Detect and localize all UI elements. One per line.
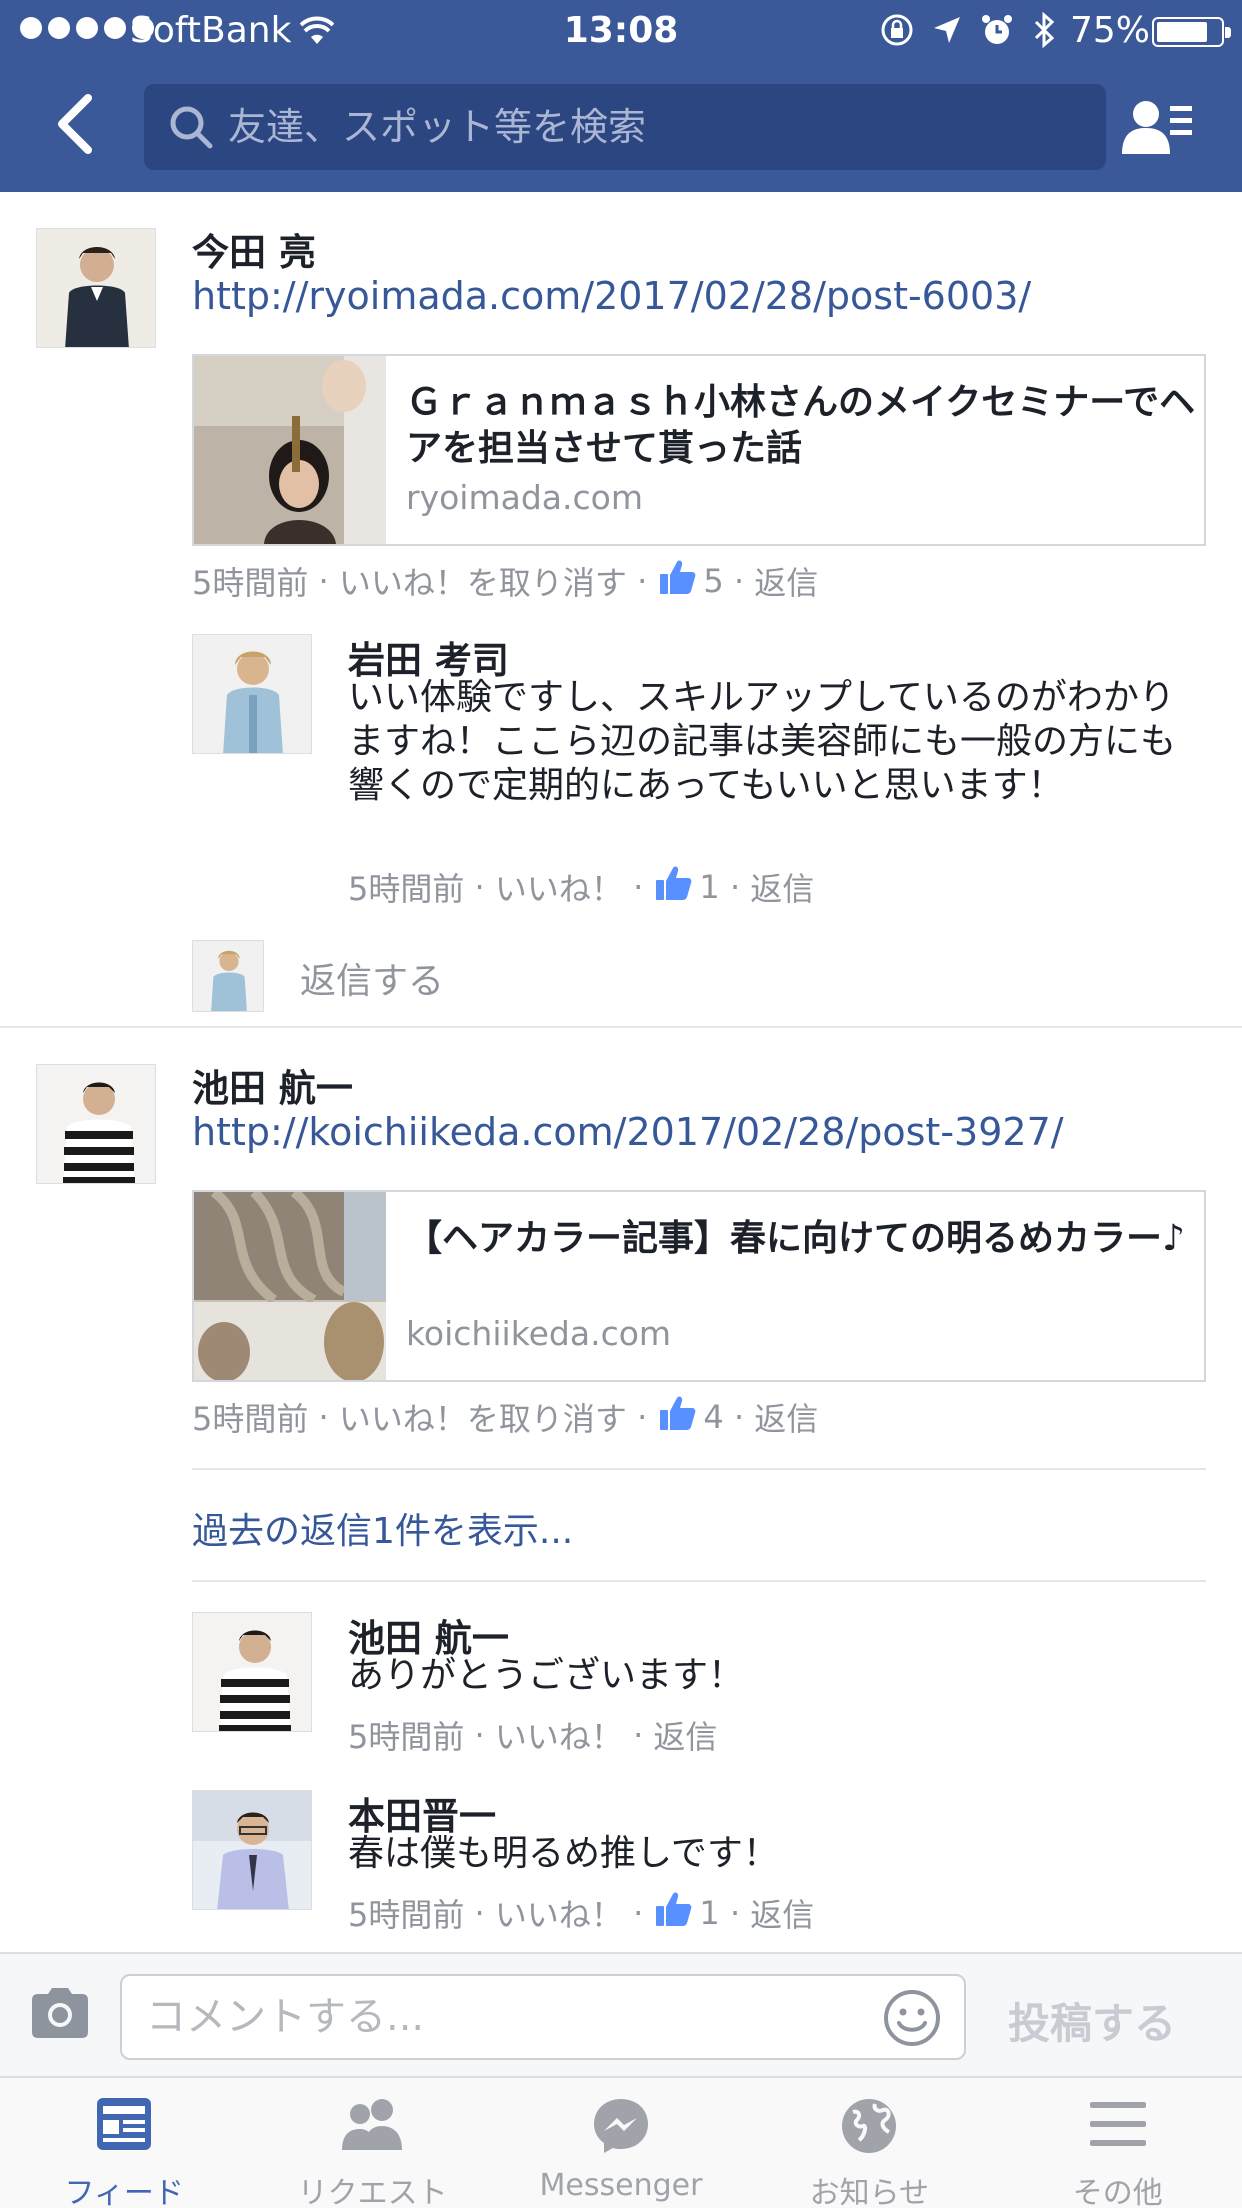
status-icons (880, 12, 1056, 48)
link-preview-card[interactable]: Ｇｒａｎｍａｓｈ小林さんのメイクセミナーでヘアを担当させて貰った話 ryoima… (192, 354, 1206, 546)
reply-button[interactable]: 返信 (750, 864, 814, 910)
like-count-icon (659, 559, 697, 603)
section-divider (192, 1468, 1206, 1470)
search-input[interactable] (228, 84, 1088, 170)
like-count[interactable]: 1 (699, 1894, 719, 1932)
unlike-button[interactable]: いいね！を取り消す (339, 558, 627, 604)
tab-label: お知らせ (809, 2176, 930, 2208)
post-author[interactable]: 今田 亮 (192, 222, 316, 276)
globe-icon (842, 2099, 897, 2153)
link-preview-title: Ｇｒａｎｍａｓｈ小林さんのメイクセミナーでヘアを担当させて貰った話 (406, 382, 1196, 469)
reply-actions: 5時間前 · いいね！ · 返信 (348, 1712, 717, 1758)
link-preview-domain: koichiikeda.com (406, 1314, 672, 1353)
chevron-left-icon (58, 94, 92, 154)
top-bar: SoftBank 13:08 75% (0, 0, 1242, 192)
like-count[interactable]: 4 (703, 1398, 723, 1436)
like-count-icon (655, 865, 693, 909)
link-preview-image (194, 356, 386, 544)
reply-text: 春は僕も明るめ推しです！ (348, 1833, 779, 1874)
post-timestamp: 5時間前 (192, 564, 309, 602)
reply-actions: 5時間前 · いいね！ · 1 · 返信 (348, 1890, 814, 1936)
rotation-lock-icon (881, 14, 913, 46)
search-icon (170, 106, 213, 149)
avatar[interactable] (192, 1790, 312, 1910)
battery-percent: 75% (1070, 10, 1151, 51)
friends-list-button[interactable] (1118, 96, 1198, 160)
reply-button[interactable]: 返信 (653, 1712, 717, 1758)
post-actions: 5時間前 · いいね！を取り消す · 4 · 返信 (192, 1394, 818, 1440)
comment-feed: 今田 亮 http://ryoimada.com/2017/02/28/post… (0, 192, 1242, 1952)
reply-timestamp: 5時間前 (348, 1718, 465, 1756)
post-link[interactable]: http://ryoimada.com/2017/02/28/post-6003… (192, 274, 1031, 318)
tab-label: フィード (64, 2176, 184, 2208)
avatar[interactable] (36, 228, 156, 348)
post-divider (0, 1026, 1242, 1028)
current-user-avatar (192, 940, 264, 1012)
comment-input[interactable] (146, 1976, 866, 2058)
tab-label: その他 (1072, 2176, 1163, 2208)
alarm-icon (982, 15, 1012, 44)
tab-more[interactable]: その他 (994, 2078, 1242, 2208)
comment-composer: 投稿する (0, 1952, 1242, 2076)
bluetooth-icon (1034, 12, 1055, 48)
like-button[interactable]: いいね！ (495, 864, 623, 910)
battery-icon (1152, 17, 1231, 47)
write-reply-button[interactable]: 返信する (300, 952, 444, 1004)
messenger-icon (593, 2099, 648, 2153)
tab-requests[interactable]: リクエスト (248, 2078, 496, 2208)
avatar[interactable] (36, 1064, 156, 1184)
status-bar: SoftBank 13:08 75% (0, 0, 1242, 60)
avatar[interactable] (192, 1612, 312, 1732)
reply-button[interactable]: 返信 (750, 1890, 814, 1936)
tab-feed[interactable]: フィード (0, 2078, 248, 2208)
reply-timestamp: 5時間前 (348, 1896, 465, 1934)
reply-actions: 5時間前 · いいね！ · 1 · 返信 (348, 864, 814, 910)
post-comment-button[interactable]: 投稿する (1008, 1990, 1176, 2051)
link-preview-card[interactable]: 【ヘアカラー記事】春に向けての明るめカラー♪ koichiikeda.com (192, 1190, 1206, 1382)
reply-button[interactable]: 返信 (754, 558, 818, 604)
search-bar[interactable] (144, 84, 1106, 170)
link-preview-title: 【ヘアカラー記事】春に向けての明るめカラー♪ (406, 1218, 1185, 1259)
reply-button[interactable]: 返信 (754, 1394, 818, 1440)
like-count[interactable]: 5 (703, 562, 723, 600)
camera-icon (32, 1988, 88, 2038)
back-button[interactable] (50, 90, 110, 160)
tab-bar: フィード リクエスト Messenger お知らせ その他 (0, 2076, 1242, 2208)
link-preview-image (194, 1192, 386, 1380)
reply-text: ありがとうございます！ (348, 1655, 745, 1696)
tab-label: Messenger (539, 2168, 703, 2203)
location-icon (934, 17, 960, 43)
feed-icon (97, 2098, 152, 2150)
tab-notifications[interactable]: お知らせ (745, 2078, 993, 2208)
avatar[interactable] (192, 634, 312, 754)
post-actions: 5時間前 · いいね！を取り消す · 5 · 返信 (192, 558, 818, 604)
show-previous-replies-link[interactable]: 過去の返信1件を表示... (192, 1502, 573, 1554)
unlike-button[interactable]: いいね！を取り消す (339, 1394, 627, 1440)
comment-input-box[interactable] (120, 1974, 966, 2060)
like-button[interactable]: いいね！ (495, 1712, 623, 1758)
post-timestamp: 5時間前 (192, 1400, 309, 1438)
friends-list-icon (1122, 101, 1192, 154)
tab-label: リクエスト (297, 2176, 448, 2208)
section-divider (192, 1580, 1206, 1582)
camera-button[interactable] (28, 1984, 92, 2044)
like-count-icon (655, 1891, 693, 1935)
post-link[interactable]: http://koichiikeda.com/2017/02/28/post-3… (192, 1110, 1064, 1154)
reply-text: いい体験ですし、スキルアップしているのがわかりますね！ここら辺の記事は美容師にも… (348, 677, 1177, 806)
like-button[interactable]: いいね！ (495, 1890, 623, 1936)
friend-requests-icon (341, 2099, 402, 2150)
reply-timestamp: 5時間前 (348, 870, 465, 908)
like-count[interactable]: 1 (699, 868, 719, 906)
like-count-icon (659, 1395, 697, 1439)
link-preview-domain: ryoimada.com (406, 478, 643, 517)
menu-icon (1089, 2102, 1146, 2146)
tab-messenger[interactable]: Messenger (497, 2078, 745, 2208)
post-author[interactable]: 池田 航一 (192, 1058, 353, 1112)
emoji-icon (884, 1990, 940, 2046)
